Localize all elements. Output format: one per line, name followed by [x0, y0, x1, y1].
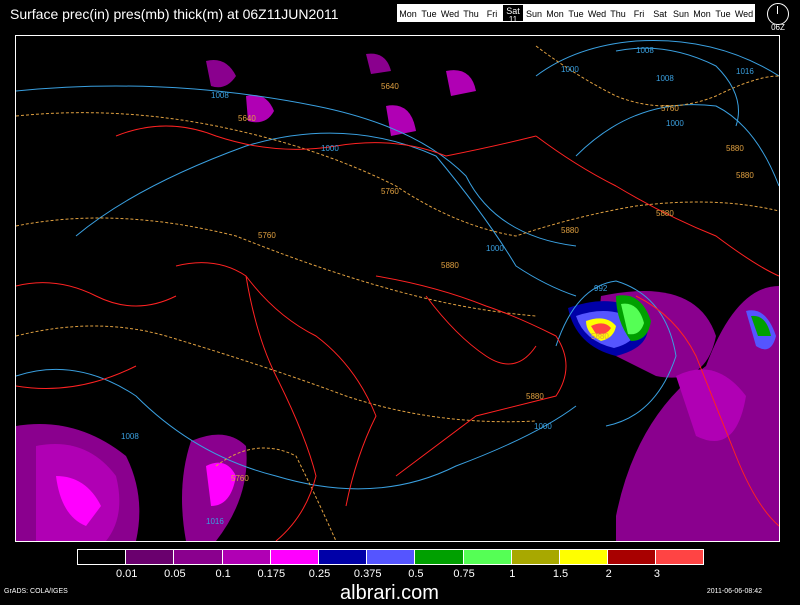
- thickness-label: 5760: [661, 104, 679, 113]
- legend-swatch: [77, 549, 127, 565]
- footer-credit: GrADS: COLA/IGES: [4, 588, 68, 595]
- day-cell: Mon: [544, 4, 566, 22]
- legend-tick-label: 0.375: [353, 568, 382, 580]
- day-cell: Fri: [628, 4, 650, 22]
- legend-swatch: [173, 549, 223, 565]
- isobar-label: 1016: [206, 517, 224, 526]
- isobar-label: 1000: [666, 119, 684, 128]
- legend-swatch: [510, 549, 560, 565]
- thickness-label: 5880: [656, 209, 674, 218]
- day-cell: Tue: [565, 4, 587, 22]
- legend-tick-label: 3: [653, 568, 660, 580]
- legend-tick-label: 0.75: [453, 568, 475, 580]
- legend-swatch: [221, 549, 271, 565]
- isobar-label: 1008: [656, 74, 674, 83]
- thickness-label: 5640: [381, 82, 399, 91]
- watermark: albrari.com: [340, 582, 439, 604]
- day-cell: Sat: [649, 4, 671, 22]
- day-cell: Sun: [523, 4, 545, 22]
- precipitation-areas: [16, 53, 779, 541]
- thickness-label: 5880: [591, 332, 609, 341]
- day-cell: Sun: [670, 4, 692, 22]
- legend-tick-label: 0.175: [257, 568, 286, 580]
- day-cell: Thu: [460, 4, 482, 22]
- thickness-label: 5880: [736, 171, 754, 180]
- isobar-label: 1008: [636, 46, 654, 55]
- legend-swatch: [366, 549, 416, 565]
- legend-swatch: [414, 549, 464, 565]
- precip-area: [366, 53, 391, 74]
- isobar-label: 1016: [736, 67, 754, 76]
- thickness-label: 5880: [726, 144, 744, 153]
- day-cell: Thu: [607, 4, 629, 22]
- thickness-label: 5880: [441, 261, 459, 270]
- isobar-label: 1008: [121, 432, 139, 441]
- isobar-label: 1000: [561, 65, 579, 74]
- day-cell: Wed: [439, 4, 461, 22]
- thickness-label: 5880: [526, 392, 544, 401]
- thickness-label: 5760: [231, 474, 249, 483]
- day-strip: Mon Tue Wed Thu Fri Sat 11 Sun Mon Tue Wed Thu Fri Sa…: [397, 4, 755, 24]
- isobar-label: 1000: [321, 144, 339, 153]
- legend-swatch: [655, 549, 705, 565]
- precip-area: [446, 70, 476, 96]
- thickness-label: 5880: [561, 226, 579, 235]
- legend-tick-label: 0.01: [115, 568, 138, 580]
- legend-swatch: [269, 549, 319, 565]
- day-cell: Wed: [733, 4, 755, 22]
- legend-swatch: [558, 549, 609, 565]
- day-date: 11: [508, 15, 518, 24]
- isobar-label: 1000: [534, 422, 552, 431]
- legend-tick-label: 2: [605, 568, 612, 580]
- weather-map: 1008 1000 1000 1008 992 1000 1008 1016 1…: [15, 29, 794, 542]
- thickness-label: 5760: [258, 231, 276, 240]
- day-cell: Mon: [397, 4, 419, 22]
- isobar-label: 1008: [211, 91, 229, 100]
- legend-tick-label: 1: [509, 568, 516, 580]
- thickness-label: 5640: [566, 36, 584, 38]
- day-cell: Tue: [712, 4, 734, 22]
- map-title: Surface prec(in) pres(mb) thick(m) at 06…: [10, 6, 339, 22]
- map-canvas: 1008 1000 1000 1008 992 1000 1008 1016 1…: [15, 29, 794, 542]
- clock-icon: [767, 3, 789, 25]
- footer-timestamp: 2011-06-06-08:42: [706, 588, 762, 595]
- precip-legend: [77, 549, 705, 565]
- thickness-label: 5760: [381, 187, 399, 196]
- day-cell: Fri: [481, 4, 503, 22]
- legend-swatch: [462, 549, 512, 565]
- legend-tick-label: 0.5: [408, 568, 424, 580]
- day-cell: Mon: [691, 4, 713, 22]
- legend-swatch: [125, 549, 175, 565]
- thickness-label: 5880: [776, 36, 779, 38]
- isobar-label: 992: [594, 284, 608, 293]
- legend-tick-label: 1.5: [552, 568, 569, 580]
- legend-tick-label: 0.05: [164, 568, 186, 580]
- legend-ticks: 0.01 0.05 0.1 0.175 0.25 0.375 0.5 0.75 1 1.5 2 3: [78, 568, 719, 582]
- thickness-label: 5640: [238, 114, 256, 123]
- isobar-label: 1000: [486, 244, 504, 253]
- clock-label: 06Z: [771, 23, 785, 32]
- legend-tick-label: 0.1: [215, 568, 231, 580]
- precip-area: [206, 60, 236, 88]
- legend-swatch: [607, 549, 657, 565]
- precip-area: [386, 105, 416, 136]
- legend-tick-label: 0.25: [308, 568, 331, 580]
- day-cell: Tue: [418, 4, 440, 22]
- day-cell: Sat 11: [502, 4, 524, 24]
- legend-swatch: [317, 549, 368, 565]
- day-cell: Wed: [586, 4, 608, 22]
